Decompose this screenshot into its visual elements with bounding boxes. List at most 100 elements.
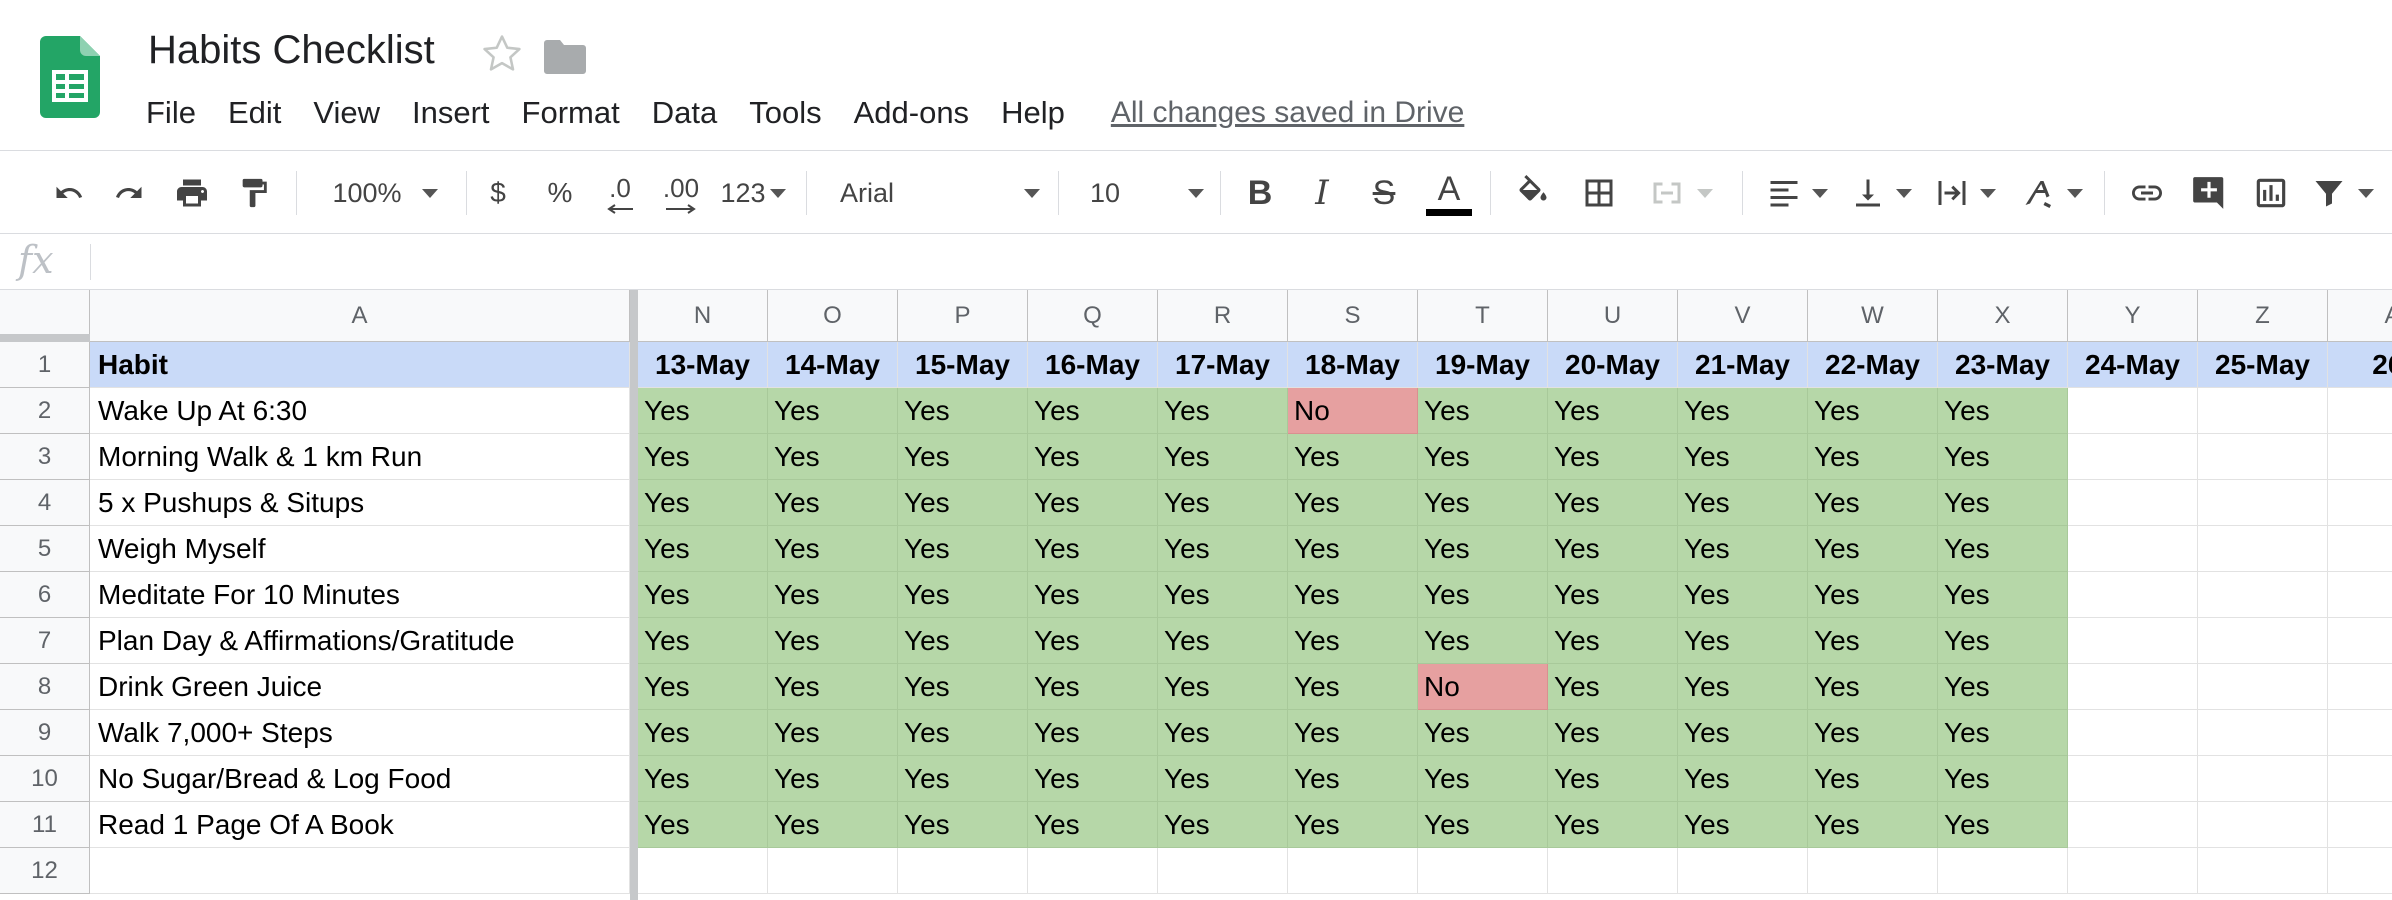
row-header-10[interactable]: 10: [0, 756, 90, 802]
yes-cell[interactable]: Yes: [1678, 618, 1808, 664]
yes-cell[interactable]: Yes: [1158, 802, 1288, 848]
yes-cell[interactable]: Yes: [1808, 618, 1938, 664]
menu-tools[interactable]: Tools: [733, 95, 837, 131]
empty-cell[interactable]: [898, 848, 1028, 894]
yes-cell[interactable]: Yes: [768, 618, 898, 664]
empty-cell[interactable]: [2198, 664, 2328, 710]
menu-help[interactable]: Help: [985, 95, 1081, 131]
yes-cell[interactable]: Yes: [1418, 480, 1548, 526]
yes-cell[interactable]: Yes: [638, 618, 768, 664]
empty-cell[interactable]: [2198, 480, 2328, 526]
borders-icon[interactable]: [1576, 151, 1622, 235]
column-header-z[interactable]: Z: [2198, 290, 2328, 342]
empty-cell[interactable]: [2068, 480, 2198, 526]
date-header-cell[interactable]: 14-May: [768, 342, 898, 388]
filter-icon[interactable]: [2310, 151, 2392, 235]
yes-cell[interactable]: Yes: [1548, 710, 1678, 756]
percent-format-button[interactable]: %: [540, 151, 580, 235]
date-header-cell[interactable]: 18-May: [1288, 342, 1418, 388]
yes-cell[interactable]: Yes: [768, 572, 898, 618]
yes-cell[interactable]: Yes: [1678, 526, 1808, 572]
yes-cell[interactable]: Yes: [768, 710, 898, 756]
empty-cell[interactable]: [2198, 572, 2328, 618]
undo-icon[interactable]: [46, 151, 92, 235]
yes-cell[interactable]: Yes: [1028, 526, 1158, 572]
date-header-cell[interactable]: 16-May: [1028, 342, 1158, 388]
text-rotation-icon[interactable]: [2016, 151, 2088, 235]
empty-cell[interactable]: [2068, 756, 2198, 802]
yes-cell[interactable]: Yes: [768, 664, 898, 710]
habit-name-cell[interactable]: Read 1 Page Of A Book: [90, 802, 630, 848]
empty-cell[interactable]: [2198, 756, 2328, 802]
vertical-align-icon[interactable]: [1846, 151, 1916, 235]
yes-cell[interactable]: Yes: [1028, 618, 1158, 664]
yes-cell[interactable]: Yes: [1938, 526, 2068, 572]
yes-cell[interactable]: Yes: [1288, 802, 1418, 848]
yes-cell[interactable]: Yes: [638, 388, 768, 434]
habit-name-cell[interactable]: Drink Green Juice: [90, 664, 630, 710]
yes-cell[interactable]: Yes: [1418, 618, 1548, 664]
yes-cell[interactable]: Yes: [1158, 434, 1288, 480]
no-cell[interactable]: No: [1418, 664, 1548, 710]
select-all-corner[interactable]: [0, 290, 90, 342]
yes-cell[interactable]: Yes: [1808, 526, 1938, 572]
yes-cell[interactable]: Yes: [1678, 434, 1808, 480]
empty-cell[interactable]: [2198, 618, 2328, 664]
empty-cell[interactable]: [2198, 802, 2328, 848]
row-header-11[interactable]: 11: [0, 802, 90, 848]
yes-cell[interactable]: Yes: [1808, 710, 1938, 756]
yes-cell[interactable]: Yes: [1678, 572, 1808, 618]
row-header-8[interactable]: 8: [0, 664, 90, 710]
yes-cell[interactable]: Yes: [638, 480, 768, 526]
yes-cell[interactable]: Yes: [1158, 618, 1288, 664]
yes-cell[interactable]: Yes: [1158, 710, 1288, 756]
date-header-cell[interactable]: 25-May: [2198, 342, 2328, 388]
yes-cell[interactable]: Yes: [1418, 572, 1548, 618]
menu-file[interactable]: File: [130, 95, 212, 131]
yes-cell[interactable]: Yes: [768, 388, 898, 434]
formula-input[interactable]: [100, 240, 2380, 284]
yes-cell[interactable]: Yes: [898, 572, 1028, 618]
fill-color-icon[interactable]: [1510, 151, 1556, 235]
column-header-u[interactable]: U: [1548, 290, 1678, 342]
empty-cell[interactable]: [1938, 848, 2068, 894]
yes-cell[interactable]: Yes: [1028, 388, 1158, 434]
empty-cell[interactable]: [2068, 434, 2198, 480]
yes-cell[interactable]: Yes: [1288, 526, 1418, 572]
empty-cell[interactable]: [1418, 848, 1548, 894]
insert-link-icon[interactable]: [2122, 151, 2172, 235]
yes-cell[interactable]: Yes: [1938, 618, 2068, 664]
date-header-cell[interactable]: 19-May: [1418, 342, 1548, 388]
freeze-row-handle[interactable]: [0, 334, 90, 342]
yes-cell[interactable]: Yes: [1548, 388, 1678, 434]
folder-icon[interactable]: [544, 38, 586, 74]
date-header-cell[interactable]: 13-May: [638, 342, 768, 388]
increase-decimal-button[interactable]: .00: [656, 151, 706, 235]
empty-cell[interactable]: [2328, 848, 2392, 894]
row-header-12[interactable]: 12: [0, 848, 90, 894]
empty-cell[interactable]: [2328, 618, 2392, 664]
empty-cell[interactable]: [2328, 756, 2392, 802]
yes-cell[interactable]: Yes: [1548, 480, 1678, 526]
yes-cell[interactable]: Yes: [1288, 664, 1418, 710]
column-header-w[interactable]: W: [1808, 290, 1938, 342]
yes-cell[interactable]: Yes: [1028, 434, 1158, 480]
empty-cell[interactable]: [2328, 388, 2392, 434]
yes-cell[interactable]: Yes: [1548, 572, 1678, 618]
yes-cell[interactable]: Yes: [1938, 664, 2068, 710]
column-header-v[interactable]: V: [1678, 290, 1808, 342]
paint-format-icon[interactable]: [232, 151, 276, 235]
empty-cell[interactable]: [2068, 388, 2198, 434]
yes-cell[interactable]: Yes: [1418, 526, 1548, 572]
yes-cell[interactable]: Yes: [1938, 802, 2068, 848]
empty-cell[interactable]: [2198, 848, 2328, 894]
yes-cell[interactable]: Yes: [1288, 756, 1418, 802]
yes-cell[interactable]: Yes: [638, 710, 768, 756]
date-header-cell[interactable]: 21-May: [1678, 342, 1808, 388]
yes-cell[interactable]: Yes: [1938, 756, 2068, 802]
horizontal-align-icon[interactable]: [1762, 151, 1832, 235]
empty-cell[interactable]: [2198, 434, 2328, 480]
row-header-5[interactable]: 5: [0, 526, 90, 572]
yes-cell[interactable]: Yes: [1808, 434, 1938, 480]
text-wrapping-icon[interactable]: [1930, 151, 2000, 235]
